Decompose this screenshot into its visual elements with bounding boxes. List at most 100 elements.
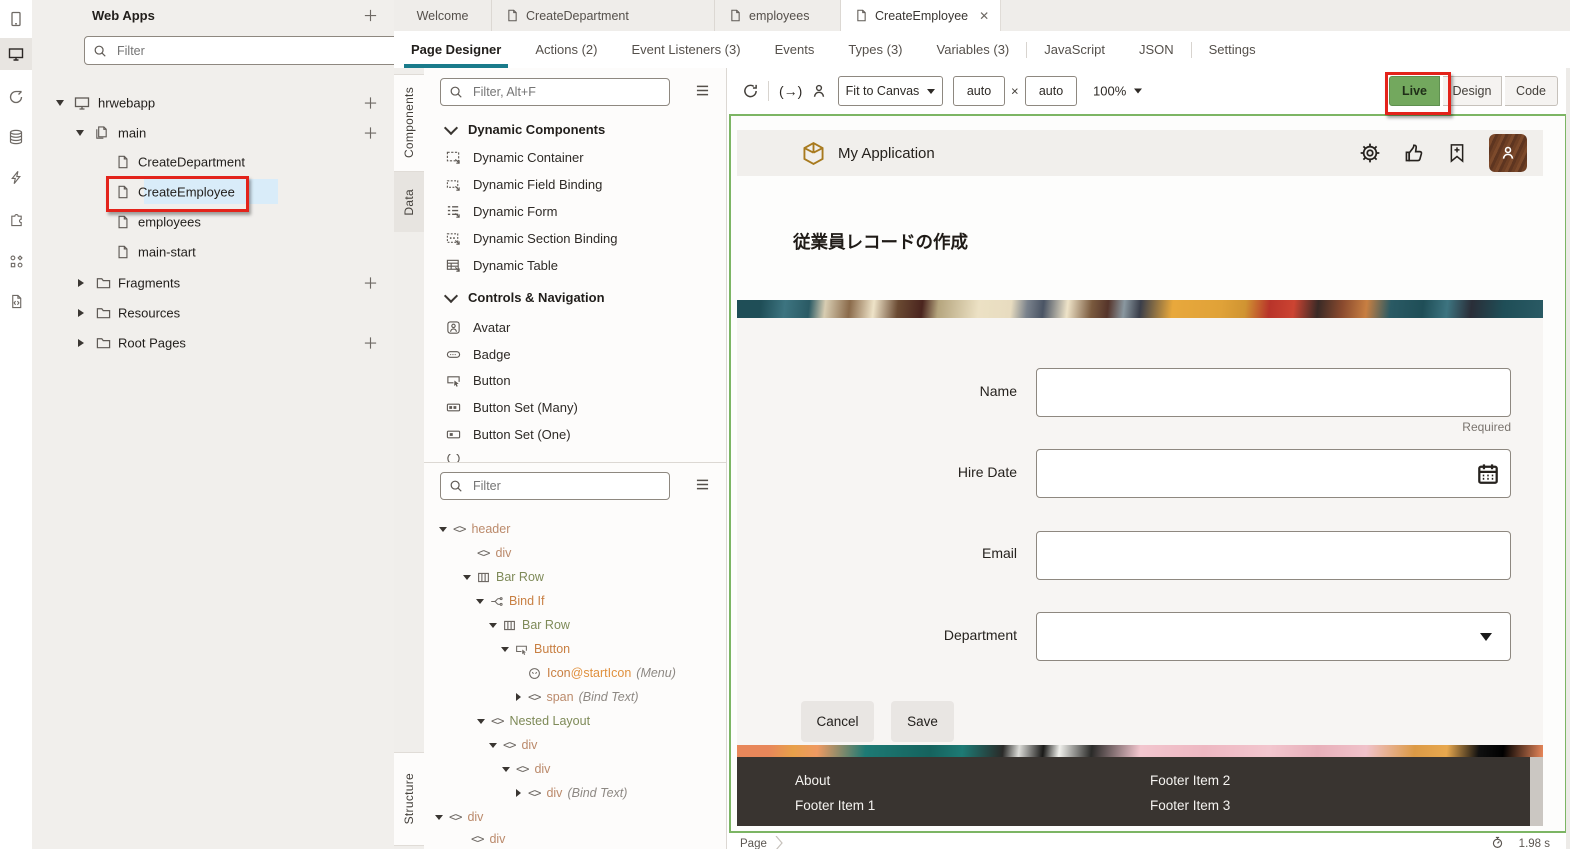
canvas-height-input[interactable]: auto bbox=[1025, 76, 1077, 106]
add-icon[interactable] bbox=[363, 125, 378, 140]
tree-item-main-start[interactable]: main-start bbox=[32, 237, 394, 266]
collapse-arrow-icon[interactable] bbox=[487, 623, 499, 628]
collapse-arrow-icon[interactable] bbox=[500, 767, 512, 772]
footer-link-about[interactable]: About bbox=[795, 773, 830, 788]
tab-components[interactable]: Components bbox=[394, 74, 424, 172]
collapse-arrow-icon[interactable] bbox=[461, 575, 473, 580]
structure-node-div-4[interactable]: <> div bbox=[424, 805, 733, 829]
tab-employees[interactable]: employees bbox=[715, 0, 841, 31]
mode-design-button[interactable]: Design bbox=[1443, 76, 1502, 106]
mode-code-button[interactable]: Code bbox=[1505, 76, 1558, 106]
footer-link-item3[interactable]: Footer Item 3 bbox=[1150, 798, 1230, 813]
processes-icon[interactable] bbox=[0, 160, 32, 194]
email-input[interactable] bbox=[1036, 531, 1511, 580]
components-filter-input[interactable] bbox=[471, 84, 661, 100]
mode-live-button[interactable]: Live bbox=[1389, 76, 1440, 106]
tree-item-main[interactable]: main bbox=[32, 118, 394, 147]
tree-item-employees[interactable]: employees bbox=[32, 207, 394, 236]
expand-arrow-icon[interactable] bbox=[78, 279, 84, 287]
expand-arrow-icon[interactable] bbox=[512, 789, 524, 797]
tab-page-designer[interactable]: Page Designer bbox=[394, 31, 518, 68]
component-button-set-many[interactable]: Button Set (Many) bbox=[446, 400, 578, 415]
gear-icon[interactable] bbox=[1359, 142, 1381, 164]
preview-scrollbar[interactable] bbox=[1530, 757, 1543, 826]
tab-welcome[interactable]: Welcome bbox=[394, 0, 492, 31]
collapse-arrow-icon[interactable] bbox=[475, 719, 487, 724]
add-app-icon[interactable] bbox=[363, 8, 378, 23]
collapse-arrow-icon[interactable] bbox=[499, 647, 511, 652]
add-icon[interactable] bbox=[363, 95, 378, 110]
structure-node-div-5[interactable]: <> div bbox=[424, 829, 755, 849]
add-icon[interactable] bbox=[363, 335, 378, 350]
component-dynamic-field-binding[interactable]: Dynamic Field Binding bbox=[446, 177, 602, 192]
mobile-apps-icon[interactable] bbox=[0, 2, 32, 36]
structure-node-bar-row[interactable]: Bar Row bbox=[424, 565, 761, 589]
footer-link-item2[interactable]: Footer Item 2 bbox=[1150, 773, 1230, 788]
business-objects-icon[interactable] bbox=[0, 120, 32, 154]
tree-item-resources[interactable]: Resources bbox=[32, 298, 394, 327]
department-select[interactable] bbox=[1036, 612, 1511, 661]
tab-events[interactable]: Events bbox=[758, 31, 832, 68]
component-dynamic-form[interactable]: Dynamic Form bbox=[446, 204, 558, 219]
save-button[interactable]: Save bbox=[891, 701, 954, 742]
structure-filter-input[interactable] bbox=[471, 478, 661, 494]
components-icon[interactable] bbox=[0, 202, 32, 236]
tab-event-listeners[interactable]: Event Listeners (3) bbox=[614, 31, 757, 68]
component-dynamic-container[interactable]: Dynamic Container bbox=[446, 150, 584, 165]
components-menu-icon[interactable] bbox=[695, 84, 710, 97]
breadcrumb[interactable]: Page bbox=[740, 838, 767, 849]
tab-variables[interactable]: Variables (3) bbox=[920, 31, 1027, 68]
bookmark-add-icon[interactable] bbox=[1447, 142, 1467, 164]
zoom-select[interactable]: 100% bbox=[1093, 84, 1142, 99]
section-dynamic-components[interactable]: Dynamic Components bbox=[446, 122, 605, 137]
component-button[interactable]: Button bbox=[446, 373, 511, 388]
structure-menu-icon[interactable] bbox=[695, 478, 710, 491]
calendar-icon[interactable] bbox=[1476, 462, 1500, 486]
hire-date-input[interactable] bbox=[1036, 449, 1511, 498]
collapse-arrow-icon[interactable] bbox=[433, 815, 445, 820]
expand-arrow-icon[interactable] bbox=[512, 693, 524, 701]
tab-data[interactable]: Data bbox=[394, 172, 424, 232]
add-icon[interactable] bbox=[363, 275, 378, 290]
tree-item-createdepartment[interactable]: CreateDepartment bbox=[32, 147, 394, 176]
services-icon[interactable] bbox=[0, 80, 32, 114]
component-dynamic-section-binding[interactable]: Dynamic Section Binding bbox=[446, 231, 618, 246]
web-apps-filter[interactable] bbox=[84, 36, 406, 65]
collapse-arrow-icon[interactable] bbox=[487, 743, 499, 748]
refresh-icon[interactable] bbox=[742, 83, 759, 100]
component-avatar[interactable]: Avatar bbox=[446, 320, 510, 335]
diagrams-icon[interactable] bbox=[0, 244, 32, 278]
thumbs-up-icon[interactable] bbox=[1403, 142, 1425, 164]
structure-node-bind-if[interactable]: Bind If bbox=[424, 589, 774, 613]
tab-types[interactable]: Types (3) bbox=[831, 31, 919, 68]
web-apps-filter-input[interactable] bbox=[115, 43, 397, 59]
canvas-width-input[interactable]: auto bbox=[953, 76, 1005, 106]
tree-item-hrwebapp[interactable]: hrwebapp bbox=[32, 88, 394, 117]
code-insight-toggle[interactable]: (→) bbox=[779, 83, 802, 99]
user-access-icon[interactable] bbox=[811, 83, 827, 99]
collapse-arrow-icon[interactable] bbox=[437, 527, 449, 532]
tab-json[interactable]: JSON bbox=[1122, 31, 1191, 68]
component-badge[interactable]: Badge bbox=[446, 347, 511, 362]
structure-node-header[interactable]: <> header bbox=[424, 517, 737, 541]
collapse-arrow-icon[interactable] bbox=[76, 130, 84, 136]
name-input[interactable] bbox=[1036, 368, 1511, 417]
component-dynamic-table[interactable]: Dynamic Table bbox=[446, 258, 558, 273]
structure-node-nested-layout[interactable]: <> Nested Layout bbox=[424, 709, 775, 733]
expand-arrow-icon[interactable] bbox=[78, 309, 84, 317]
tree-item-fragments[interactable]: Fragments bbox=[32, 268, 394, 297]
tab-createemployee[interactable]: CreateEmployee ✕ bbox=[841, 0, 1001, 31]
source-icon[interactable] bbox=[0, 284, 32, 318]
collapse-arrow-icon[interactable] bbox=[56, 100, 64, 106]
section-controls-navigation[interactable]: Controls & Navigation bbox=[446, 290, 605, 305]
tab-createdepartment[interactable]: CreateDepartment bbox=[492, 0, 715, 31]
structure-node-div[interactable]: <> div bbox=[424, 541, 761, 565]
web-apps-icon[interactable] bbox=[0, 38, 32, 70]
close-icon[interactable]: ✕ bbox=[979, 9, 989, 23]
tab-structure[interactable]: Structure bbox=[394, 752, 424, 846]
tab-settings[interactable]: Settings bbox=[1192, 31, 1273, 68]
fit-mode-select[interactable]: Fit to Canvas bbox=[838, 76, 943, 106]
tab-javascript[interactable]: JavaScript bbox=[1027, 31, 1122, 68]
expand-arrow-icon[interactable] bbox=[78, 339, 84, 347]
cancel-button[interactable]: Cancel bbox=[801, 701, 874, 742]
